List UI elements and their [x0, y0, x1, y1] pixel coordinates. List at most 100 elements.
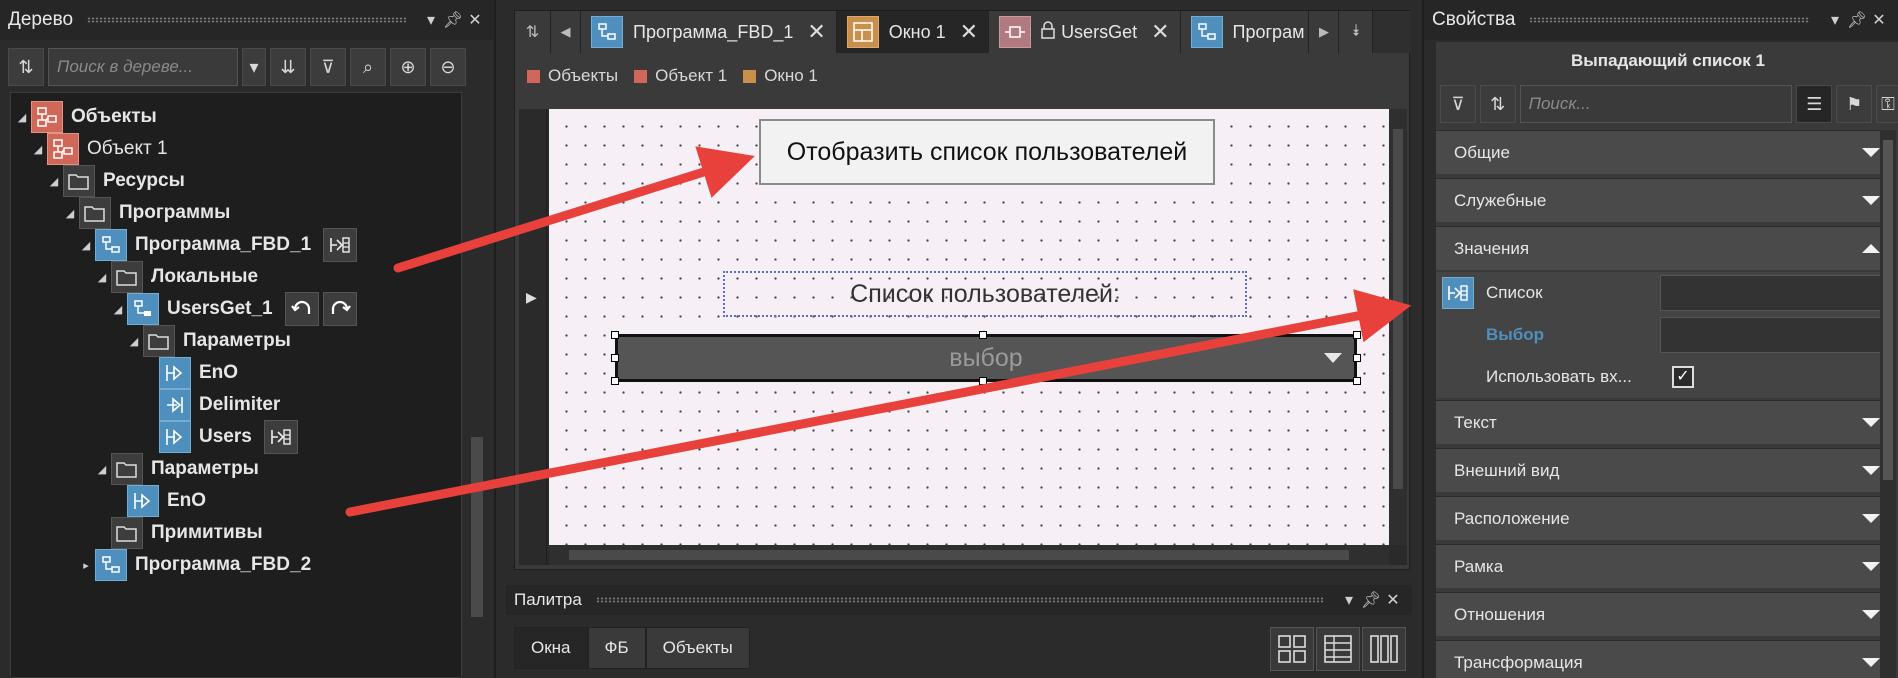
chevron-down-icon[interactable]	[1862, 658, 1880, 667]
chevron-down-icon[interactable]	[1862, 514, 1880, 523]
expand-arrow-icon[interactable]: ◢	[109, 303, 127, 316]
tree-item-parameters[interactable]: ◢ Параметры	[125, 323, 291, 359]
chevron-down-icon[interactable]	[1862, 610, 1880, 619]
breadcrumb-item[interactable]: Объект 1	[634, 66, 727, 86]
table-view-icon[interactable]	[1316, 627, 1360, 671]
chevron-down-icon[interactable]	[1862, 418, 1880, 427]
tree-item-locals[interactable]: ◢ Локальные	[93, 259, 258, 295]
tab-program-partial[interactable]: Програм	[1180, 11, 1310, 53]
expand-panel-icon[interactable]: ▶	[526, 289, 537, 306]
tab-program-fbd-1[interactable]: Программа_FBD_1 ✕	[581, 11, 837, 53]
bind-variable-icon[interactable]	[323, 228, 358, 262]
filter-icon[interactable]: ⊽	[1440, 85, 1476, 123]
search-dropdown-icon[interactable]: ▾	[242, 48, 266, 86]
section-values[interactable]: Значения	[1436, 226, 1894, 270]
section-transform[interactable]: Трансформация	[1436, 640, 1894, 678]
scrollbar-thumb[interactable]	[471, 437, 483, 617]
pin-icon[interactable]: 📌︎	[1846, 10, 1868, 30]
properties-search-input[interactable]: Поиск...	[1519, 85, 1793, 123]
breadcrumb-item[interactable]: Окно 1	[743, 66, 818, 86]
resize-handle[interactable]	[611, 377, 619, 385]
show-users-button[interactable]: Отобразить список пользователей	[759, 119, 1215, 185]
prop-value-selection[interactable]	[1660, 317, 1888, 353]
expand-arrow-icon[interactable]: ◢	[93, 271, 111, 284]
close-icon[interactable]: ✕	[1151, 19, 1169, 45]
tree-item-program-fbd-1[interactable]: ◢ Программа_FBD_1	[77, 227, 358, 263]
expand-arrow-icon[interactable]: ◢	[61, 207, 79, 220]
scrollbar-thumb[interactable]	[1883, 140, 1893, 480]
resize-handle[interactable]	[611, 354, 619, 362]
tab-usersget[interactable]: UsersGet ✕	[989, 11, 1181, 53]
chevron-down-icon[interactable]	[1862, 466, 1880, 475]
undo-icon[interactable]	[284, 292, 319, 326]
tree-item-usersget-1[interactable]: ◢ UsersGet_1	[109, 291, 357, 327]
bind-variable-icon[interactable]	[263, 420, 298, 454]
flag-icon[interactable]: ⚑	[1836, 85, 1873, 123]
palette-tab-fb[interactable]: ФБ	[587, 627, 646, 669]
palette-tab-windows[interactable]: Окна	[514, 627, 588, 669]
tree-scrollbar[interactable]	[466, 92, 488, 678]
section-service[interactable]: Служебные	[1436, 178, 1894, 222]
drag-grip[interactable]	[1529, 17, 1810, 23]
tree-item-eno[interactable]: EnO	[159, 355, 238, 391]
chevron-up-icon[interactable]	[1862, 244, 1880, 253]
scrollbar-thumb[interactable]	[569, 550, 1349, 560]
find-down-icon[interactable]: ⊖	[430, 48, 466, 86]
pin-icon[interactable]: 📌︎	[1360, 590, 1382, 610]
close-icon[interactable]: ✕	[1382, 590, 1404, 610]
tree-item-objects[interactable]: ◢ Объекты	[13, 99, 157, 135]
filter-icon[interactable]: ⊽	[310, 48, 346, 86]
section-appearance[interactable]: Внешний вид	[1436, 448, 1894, 492]
tree-item-primitives[interactable]: Примитивы	[111, 515, 263, 551]
properties-scrollbar[interactable]	[1880, 130, 1896, 678]
section-frame[interactable]: Рамка	[1436, 544, 1894, 588]
expand-arrow-icon[interactable]: ◢	[13, 111, 31, 124]
expand-arrow-icon[interactable]: ◢	[29, 143, 47, 156]
tree-item-eno-2[interactable]: EnO	[127, 483, 206, 519]
key-icon[interactable]: ⚿	[1876, 85, 1898, 123]
tree-item-object-1[interactable]: ◢ Объект 1	[29, 131, 168, 167]
tree-search-input[interactable]: Поиск в дереве...	[48, 48, 238, 86]
grid-view-icon[interactable]	[1270, 627, 1314, 671]
palette-tab-objects[interactable]: Объекты	[645, 627, 750, 669]
close-icon[interactable]: ✕	[464, 10, 486, 30]
redo-icon[interactable]	[322, 292, 357, 326]
chevron-down-icon[interactable]	[1862, 196, 1880, 205]
users-list-label[interactable]: Список пользователей:	[723, 271, 1247, 317]
expand-arrow-icon[interactable]: ◢	[93, 463, 111, 476]
use-input-checkbox[interactable]: ✓	[1672, 366, 1694, 388]
section-relations[interactable]: Отношения	[1436, 592, 1894, 636]
resize-handle[interactable]	[1353, 354, 1361, 362]
resize-handle[interactable]	[1353, 377, 1361, 385]
sort-icon[interactable]: ⇅	[1479, 85, 1516, 123]
tree-item-parameters-2[interactable]: ◢ Параметры	[93, 451, 259, 487]
expand-arrow-icon[interactable]: ▸	[77, 559, 95, 572]
bind-variable-icon[interactable]	[1442, 277, 1474, 309]
drag-grip[interactable]	[87, 17, 406, 23]
find-icon[interactable]: ⌕	[350, 48, 386, 86]
tree-item-program-fbd-2[interactable]: ▸ Программа_FBD_2	[77, 547, 311, 583]
dropdown-icon[interactable]: ▾	[420, 10, 442, 30]
resize-handle[interactable]	[611, 331, 619, 339]
tab-scroll-right-icon[interactable]: ▶	[1309, 11, 1340, 53]
tree-item-programs[interactable]: ◢ Программы	[61, 195, 230, 231]
close-icon[interactable]: ✕	[1868, 10, 1890, 30]
column-view-icon[interactable]	[1362, 627, 1406, 671]
tree-item-delimiter[interactable]: Delimiter	[159, 387, 280, 423]
expand-arrow-icon[interactable]: ◢	[125, 335, 143, 348]
canvas-horizontal-scrollbar[interactable]	[549, 545, 1389, 565]
resize-handle[interactable]	[979, 331, 987, 339]
prop-value-list[interactable]	[1660, 275, 1888, 311]
tree-item-resources[interactable]: ◢ Ресурсы	[45, 163, 185, 199]
tab-scroll-left-icon[interactable]: ◀	[551, 11, 581, 53]
pin-icon[interactable]: 📌︎	[442, 10, 464, 30]
chevron-down-icon[interactable]	[1862, 148, 1880, 157]
expand-arrow-icon[interactable]: ◢	[45, 175, 63, 188]
section-text[interactable]: Текст	[1436, 400, 1894, 444]
section-general[interactable]: Общие	[1436, 130, 1894, 174]
close-icon[interactable]: ✕	[807, 19, 825, 45]
resize-handle[interactable]	[979, 377, 987, 385]
tab-menu-icon[interactable]: ⯯	[1339, 11, 1374, 53]
tab-window-1[interactable]: Окно 1 ✕	[836, 11, 990, 53]
section-position[interactable]: Расположение	[1436, 496, 1894, 540]
